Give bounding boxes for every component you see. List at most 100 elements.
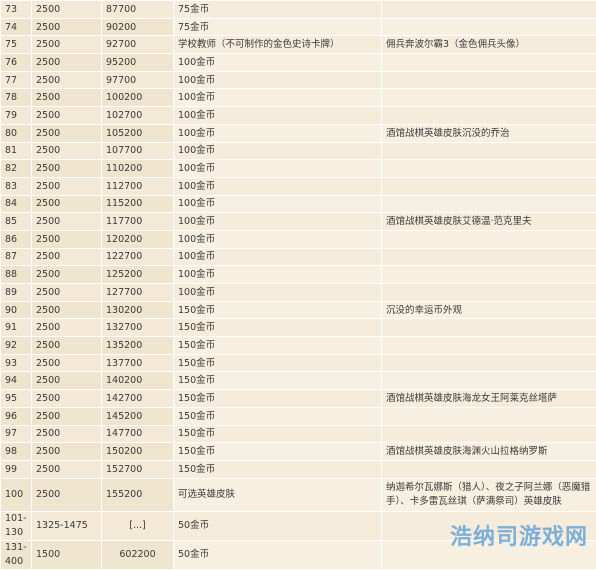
exp-cell: 2500 xyxy=(32,195,102,213)
level-cell: 76 xyxy=(1,54,32,72)
table-row: 982500150200150金币酒馆战棋英雄皮肤海渊火山拉格纳罗斯 xyxy=(1,443,596,461)
note-cell xyxy=(382,160,596,178)
level-cell: 83 xyxy=(1,177,32,195)
exp-cell: 2500 xyxy=(32,142,102,160)
total-exp-cell: 135200 xyxy=(102,337,174,355)
reward-cell: 150金币 xyxy=(174,443,382,461)
exp-cell: 2500 xyxy=(32,124,102,142)
level-cell: 96 xyxy=(1,407,32,425)
total-exp-cell: 130200 xyxy=(102,301,174,319)
reward-cell: 100金币 xyxy=(174,230,382,248)
level-cell: 97 xyxy=(1,425,32,443)
reward-cell: 100金币 xyxy=(174,124,382,142)
exp-cell: 2500 xyxy=(32,1,102,19)
table-row: 77250097700100金币 xyxy=(1,71,596,89)
exp-cell: 2500 xyxy=(32,71,102,89)
level-cell: 85 xyxy=(1,213,32,231)
total-exp-cell: 112700 xyxy=(102,177,174,195)
level-cell: 91 xyxy=(1,319,32,337)
note-cell xyxy=(382,195,596,213)
total-exp-cell: 140200 xyxy=(102,372,174,390)
note-cell xyxy=(382,372,596,390)
total-exp-cell: 117700 xyxy=(102,213,174,231)
level-cell: 90 xyxy=(1,301,32,319)
reward-cell: 50金币 xyxy=(174,540,382,569)
reward-cell: 100金币 xyxy=(174,284,382,302)
site-watermark: 浩纳司游戏网 xyxy=(450,519,588,551)
note-cell xyxy=(382,407,596,425)
reward-cell: 150金币 xyxy=(174,337,382,355)
note-cell xyxy=(382,337,596,355)
reward-cell: 75金币 xyxy=(174,18,382,36)
total-exp-cell: 145200 xyxy=(102,407,174,425)
total-exp-cell: 150200 xyxy=(102,443,174,461)
level-cell: 92 xyxy=(1,337,32,355)
exp-cell: 2500 xyxy=(32,337,102,355)
exp-cell: 2500 xyxy=(32,54,102,72)
total-exp-cell: 110200 xyxy=(102,160,174,178)
total-exp-cell: 105200 xyxy=(102,124,174,142)
total-exp-cell: 95200 xyxy=(102,54,174,72)
level-rewards-table: 7325008770075金币7425009020075金币7525009270… xyxy=(0,0,596,570)
total-exp-cell: 152700 xyxy=(102,460,174,478)
reward-cell: 100金币 xyxy=(174,213,382,231)
reward-cell: 150金币 xyxy=(174,407,382,425)
note-cell xyxy=(382,248,596,266)
total-exp-cell: 97700 xyxy=(102,71,174,89)
table-row: 992500152700150金币 xyxy=(1,460,596,478)
level-cell: 98 xyxy=(1,443,32,461)
reward-cell: 100金币 xyxy=(174,107,382,125)
total-exp-cell: 137700 xyxy=(102,354,174,372)
note-cell xyxy=(382,425,596,443)
table-row: 882500125200100金币 xyxy=(1,266,596,284)
note-cell xyxy=(382,284,596,302)
exp-cell: 1500 xyxy=(32,540,102,569)
table-row: 812500107700100金币 xyxy=(1,142,596,160)
note-cell: 酒馆战棋英雄皮肤海渊火山拉格纳罗斯 xyxy=(382,443,596,461)
note-cell xyxy=(382,319,596,337)
reward-cell: 可选英雄皮肤 xyxy=(174,478,382,511)
table-row: 902500130200150金币沉没的幸运币外观 xyxy=(1,301,596,319)
total-exp-cell: 155200 xyxy=(102,478,174,511)
reward-cell: 150金币 xyxy=(174,319,382,337)
exp-cell: 2500 xyxy=(32,266,102,284)
total-exp-cell: 142700 xyxy=(102,390,174,408)
reward-cell: 150金币 xyxy=(174,425,382,443)
level-cell: 100 xyxy=(1,478,32,511)
table-row: 832500112700100金币 xyxy=(1,177,596,195)
note-cell xyxy=(382,230,596,248)
table-row: 872500122700100金币 xyxy=(1,248,596,266)
table-row: 782500100200100金币 xyxy=(1,89,596,107)
exp-cell: 2500 xyxy=(32,160,102,178)
note-cell xyxy=(382,266,596,284)
table-row: 842500115200100金币 xyxy=(1,195,596,213)
note-cell xyxy=(382,354,596,372)
total-exp-cell: 602200 xyxy=(102,540,174,569)
table-row: 792500102700100金币 xyxy=(1,107,596,125)
level-cell: 131-400 xyxy=(1,540,32,569)
total-exp-cell: 90200 xyxy=(102,18,174,36)
level-cell: 99 xyxy=(1,460,32,478)
level-cell: 89 xyxy=(1,284,32,302)
level-cell: 82 xyxy=(1,160,32,178)
table-row: 892500127700100金币 xyxy=(1,284,596,302)
exp-cell: 2500 xyxy=(32,460,102,478)
table-row: 7325008770075金币 xyxy=(1,1,596,19)
reward-cell: 100金币 xyxy=(174,71,382,89)
note-cell: 纳迦希尔瓦娜斯（猎人）、夜之子阿兰娜（恶魔猎手）、卡多雷瓦丝琪（萨满祭司）英雄皮… xyxy=(382,478,596,511)
exp-cell: 2500 xyxy=(32,36,102,54)
table-row: 932500137700150金币 xyxy=(1,354,596,372)
exp-cell: 2500 xyxy=(32,443,102,461)
table-row: 852500117700100金币酒馆战棋英雄皮肤艾德温·范克里夫 xyxy=(1,213,596,231)
exp-cell: 2500 xyxy=(32,354,102,372)
total-exp-cell: 127700 xyxy=(102,284,174,302)
note-cell xyxy=(382,107,596,125)
level-cell: 86 xyxy=(1,230,32,248)
table-row: 922500135200150金币 xyxy=(1,337,596,355)
note-cell: 酒馆战棋英雄皮肤沉没的乔治 xyxy=(382,124,596,142)
table-row: 802500105200100金币酒馆战棋英雄皮肤沉没的乔治 xyxy=(1,124,596,142)
total-exp-cell: 125200 xyxy=(102,266,174,284)
level-cell: 80 xyxy=(1,124,32,142)
table-row-100: 100 2500 155200 可选英雄皮肤 纳迦希尔瓦娜斯（猎人）、夜之子阿兰… xyxy=(1,478,596,511)
note-cell xyxy=(382,177,596,195)
